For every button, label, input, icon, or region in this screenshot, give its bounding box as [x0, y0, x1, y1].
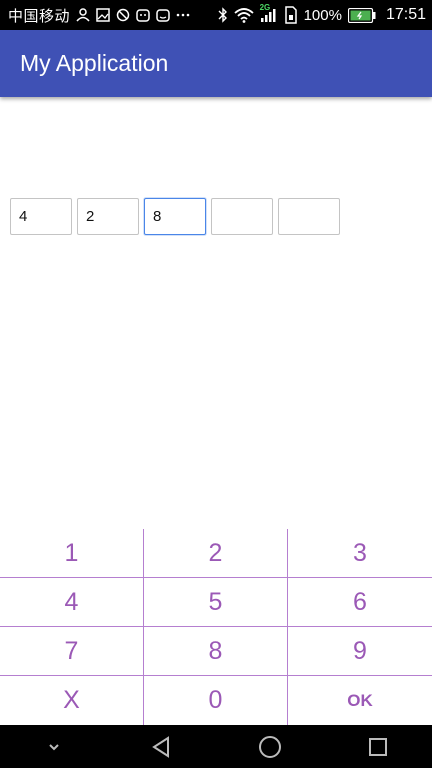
- code-input-5[interactable]: [278, 198, 340, 235]
- person-icon: [76, 8, 90, 22]
- status-bar-right: 2G 100% 17:51: [218, 3, 426, 24]
- key-ok[interactable]: OK: [288, 676, 432, 725]
- carrier-label: 中国移动: [8, 7, 71, 25]
- android-icon: [136, 8, 150, 22]
- bluetooth-icon: [218, 7, 228, 23]
- clock: 17:51: [385, 6, 426, 23]
- recents-icon[interactable]: [348, 725, 408, 768]
- number-keypad: 1 2 3 4 5 6 7 8 9 X 0 OK: [0, 529, 432, 725]
- key-3[interactable]: 3: [288, 529, 432, 578]
- code-input-3[interactable]: 8: [144, 198, 206, 235]
- network-type-label: 2G: [259, 3, 271, 12]
- wifi-icon: [233, 7, 254, 23]
- key-6[interactable]: 6: [288, 578, 432, 627]
- key-9[interactable]: 9: [288, 627, 432, 676]
- key-7[interactable]: 7: [0, 627, 144, 676]
- status-bar: 中国移动 2G 100% 17:51: [0, 0, 432, 30]
- key-clear[interactable]: X: [0, 676, 144, 725]
- key-0[interactable]: 0: [144, 676, 288, 725]
- more-icon: [176, 12, 190, 18]
- key-4[interactable]: 4: [0, 578, 144, 627]
- back-icon[interactable]: [132, 725, 192, 768]
- key-8[interactable]: 8: [144, 627, 288, 676]
- key-1[interactable]: 1: [0, 529, 144, 578]
- code-input-2[interactable]: 2: [77, 198, 139, 235]
- app-title: My Application: [20, 50, 169, 76]
- signal-icon: 2G: [260, 3, 278, 23]
- battery-icon: [347, 7, 376, 23]
- app-bar: My Application: [0, 30, 432, 97]
- code-input-4[interactable]: [211, 198, 273, 235]
- cat-icon: [156, 8, 170, 22]
- image-icon: [96, 8, 110, 22]
- home-icon[interactable]: [240, 725, 300, 768]
- sim-icon: [284, 6, 298, 24]
- key-5[interactable]: 5: [144, 578, 288, 627]
- code-input-row: 4 2 8: [10, 198, 340, 235]
- navigation-bar: [0, 725, 432, 768]
- hide-keyboard-icon[interactable]: [24, 725, 84, 768]
- key-2[interactable]: 2: [144, 529, 288, 578]
- code-input-1[interactable]: 4: [10, 198, 72, 235]
- blocked-icon: [116, 8, 130, 22]
- battery-percent: 100%: [303, 6, 342, 24]
- status-bar-left: 中国移动: [8, 5, 190, 26]
